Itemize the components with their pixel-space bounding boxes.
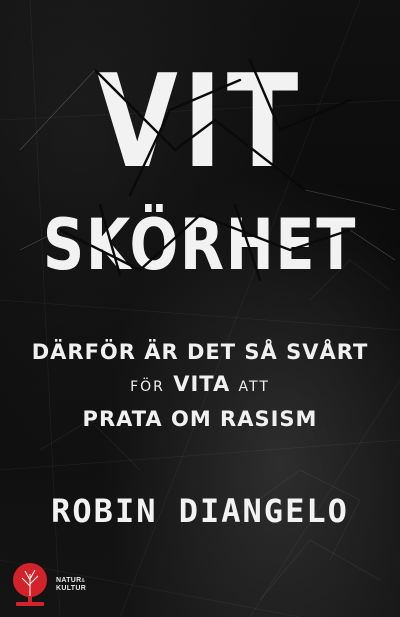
subtitle-line-2-post: ATT — [238, 379, 270, 395]
publisher-name-part-1: NATUR — [56, 577, 82, 584]
subtitle-line-3: PRATA OM RASISM — [82, 407, 318, 431]
subtitle-line-1: DÄRFÖR ÄR DET SÅ SVÅRT — [31, 340, 369, 364]
tree-logo-icon — [13, 563, 47, 606]
title-line-1: VIT — [96, 48, 304, 197]
subtitle-line-2: FÖR VITA ATT — [0, 372, 400, 396]
publisher-name: NATUR& KULTUR — [56, 577, 86, 593]
publisher-logo: NATUR& KULTUR — [8, 560, 86, 610]
publisher-ampersand: & — [81, 578, 86, 584]
publisher-name-part-2: KULTUR — [56, 585, 87, 592]
book-cover: VIT SKÖRHET DÄRFÖR ÄR DET SÅ SVÅRT FÖR V… — [0, 0, 400, 617]
subtitle-line-2-pre: FÖR — [130, 379, 165, 395]
title-line-2: SKÖRHET — [42, 204, 358, 286]
subtitle-line-2-main: VITA — [173, 372, 231, 396]
author-name: ROBIN DIANGELO — [51, 492, 349, 530]
